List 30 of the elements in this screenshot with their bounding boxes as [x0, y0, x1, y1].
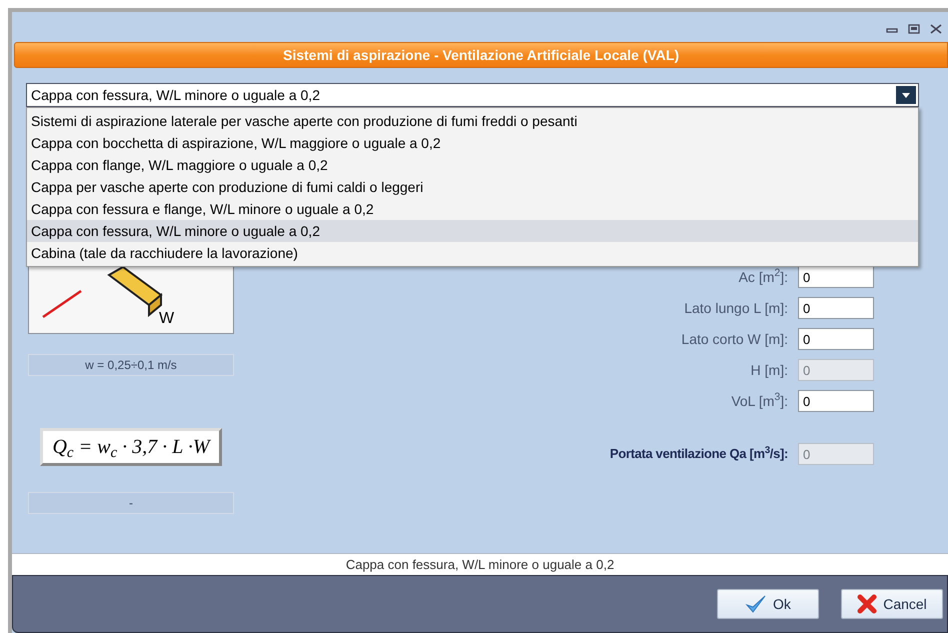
input-field[interactable]: 0: [798, 266, 874, 288]
input-field[interactable]: 0: [798, 297, 874, 319]
window-title: Sistemi di aspirazione - Ventilazione Artificiale Locale (VAL): [283, 46, 679, 65]
field-label: Portata ventilazione Qa [m$^{3}$/s]:: [610, 444, 788, 464]
dropdown-option[interactable]: Cabina (tale da racchiudere la lavorazione): [27, 242, 918, 264]
ok-button[interactable]: Ok: [717, 589, 819, 619]
field-label: Lato corto W [m]:: [681, 330, 788, 349]
field-label: Lato lungo L [m]:: [684, 298, 788, 318]
dropdown-option[interactable]: Cappa con bocchetta di aspirazione, W/L maggiore o uguale a 0,2: [27, 132, 918, 154]
input-field[interactable]: 0: [798, 328, 874, 350]
input-field[interactable]: 0: [798, 390, 874, 412]
dropdown[interactable]: Cappa con fessura, W/L minore o uguale a 0,2: [26, 83, 919, 107]
field-label: Ac [m$^{2}$]:: [738, 266, 788, 287]
maximize-icon[interactable]: [908, 24, 920, 34]
field-label: VoL [m$^{3}$]:: [731, 390, 788, 411]
dropdown-option[interactable]: Cappa per vasche aperte con produzione di fumi caldi o leggeri: [27, 176, 918, 198]
dropdown-option[interactable]: Cappa con flange, W/L maggiore o uguale a 0,2: [27, 154, 918, 176]
cancel-button[interactable]: Cancel: [841, 589, 943, 619]
note-label: -: [28, 492, 234, 514]
diagram-label: W: [159, 309, 174, 329]
checkmark-icon: [745, 594, 768, 614]
dropdown-option[interactable]: Sistemi di aspirazione laterale per vasche aperte con produzione di fumi freddi o pesanti: [27, 110, 918, 132]
dropdown-option[interactable]: Cappa con fessura, W/L minore o uguale a 0,2: [27, 220, 918, 242]
field-label: H [m]:: [750, 360, 788, 380]
status-bar: Cappa con fessura, W/L minore o uguale a 0,2: [12, 553, 948, 575]
cross-icon: [857, 594, 878, 614]
close-icon[interactable]: [930, 24, 942, 34]
speed-label: w = 0,25÷0,1 m/s: [28, 354, 234, 376]
formula: Q$_{c}$ = w$_{c}$ · 3,7 · L ·W: [52, 435, 210, 462]
dropdown-option[interactable]: Cappa con fessura e flange, W/L minore o uguale a 0,2: [27, 198, 918, 220]
